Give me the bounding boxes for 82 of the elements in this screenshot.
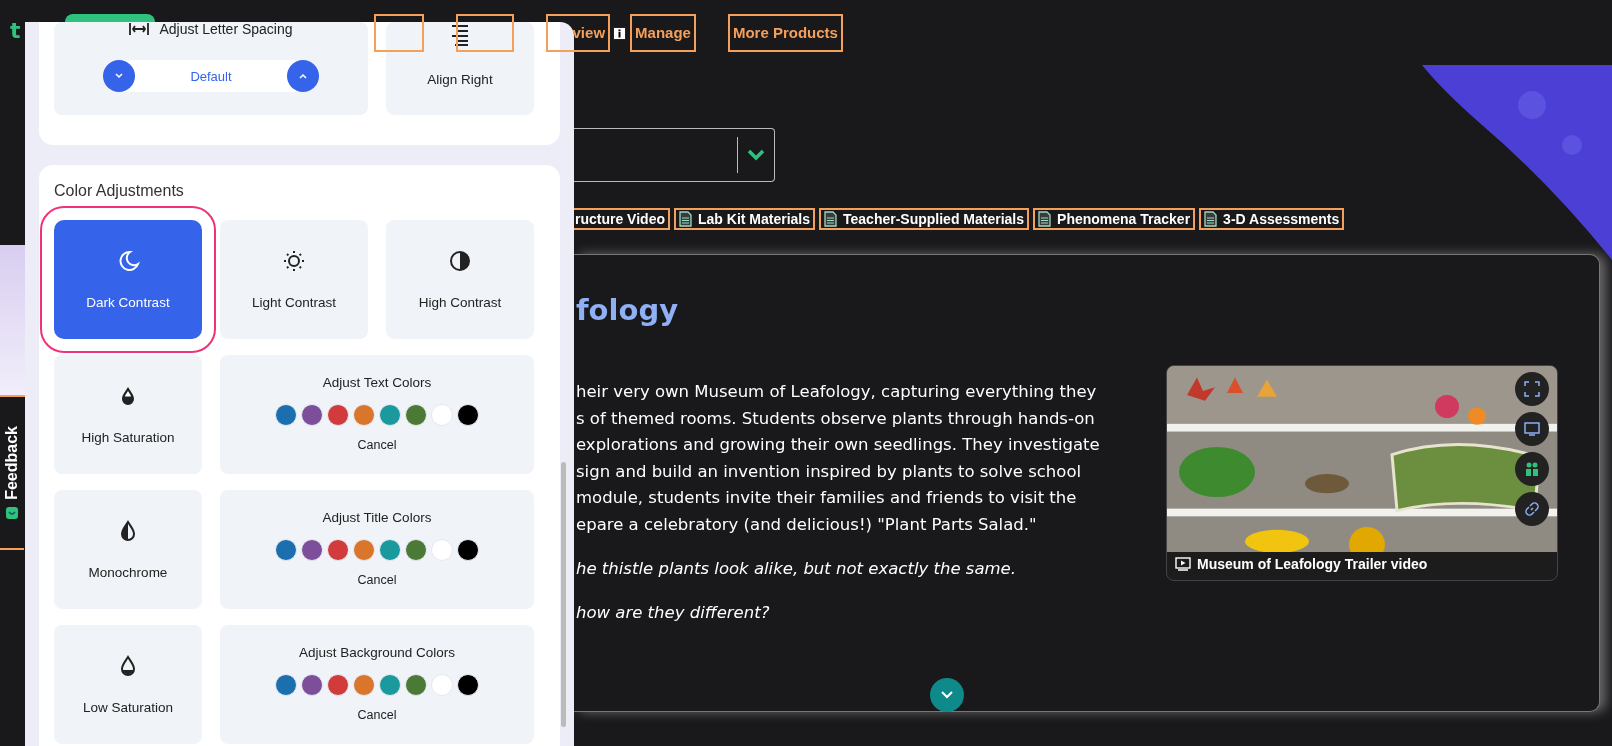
align-right-icon	[450, 24, 470, 46]
lesson-title: fology	[576, 293, 680, 327]
color-mode-button[interactable]: High Contrast	[386, 220, 534, 339]
color-swatch[interactable]	[457, 539, 479, 561]
color-swatch[interactable]	[353, 539, 375, 561]
cancel-button[interactable]: Cancel	[353, 571, 401, 589]
cancel-button[interactable]: Cancel	[353, 706, 401, 724]
info-icon[interactable]	[613, 26, 627, 40]
resource-link[interactable]: Teacher-Supplied Materials	[819, 208, 1030, 230]
color-swatch[interactable]	[431, 539, 453, 561]
color-swatch[interactable]	[457, 674, 479, 696]
color-swatch[interactable]	[301, 404, 323, 426]
sun-icon	[282, 249, 306, 273]
description-line: sign and build an invention inspired by plants to solve school	[576, 460, 1083, 483]
align-right-button[interactable]: Align Right	[386, 22, 534, 115]
color-swatch[interactable]	[301, 539, 323, 561]
chevron-down-icon	[114, 72, 124, 80]
tile-label: Adjust Text Colors	[322, 375, 432, 390]
smiley-icon	[5, 505, 19, 520]
color-mode-button[interactable]: Dark Contrast	[54, 220, 202, 339]
scroll-down-button[interactable]	[930, 678, 964, 712]
color-mode-button[interactable]: Light Contrast	[220, 220, 368, 339]
nav-button[interactable]	[455, 14, 514, 52]
decrease-button[interactable]	[103, 60, 135, 92]
fullscreen-icon	[1524, 381, 1540, 397]
question-text: how are they different?	[576, 602, 771, 624]
scrollbar[interactable]	[561, 462, 566, 727]
nav-link[interactable]: More Products	[727, 14, 843, 52]
color-swatch[interactable]	[405, 674, 427, 696]
color-swatch[interactable]	[431, 404, 453, 426]
contrast-icon	[448, 249, 472, 273]
letter-spacing-icon	[129, 23, 150, 35]
resource-link[interactable]: Lab Kit Materials	[674, 208, 816, 230]
spacing-value: Default	[189, 68, 233, 84]
video-icon	[1175, 557, 1191, 571]
color-swatch[interactable]	[379, 404, 401, 426]
color-mode-button[interactable]: Low Saturation	[54, 625, 202, 744]
tile-label: Adjust Background Colors	[298, 645, 456, 660]
description-line: s of themed rooms. Students observe plants through hands-on	[576, 407, 1096, 430]
chevron-up-icon	[298, 72, 308, 80]
increase-button[interactable]	[287, 60, 319, 92]
resource-link[interactable]: 3-D Assessments	[1199, 208, 1345, 230]
color-swatch[interactable]	[379, 539, 401, 561]
logo[interactable]: t	[10, 18, 21, 44]
color-swatch[interactable]	[405, 404, 427, 426]
color-swatch[interactable]	[353, 674, 375, 696]
chevron-down-icon	[939, 690, 955, 700]
color-swatch[interactable]	[431, 674, 453, 696]
color-swatch[interactable]	[353, 404, 375, 426]
color-swatch[interactable]	[405, 539, 427, 561]
color-swatch[interactable]	[275, 404, 297, 426]
resource-link[interactable]: Phenomena Tracker	[1033, 208, 1196, 230]
course-dropdown[interactable]	[574, 128, 775, 182]
color-swatch[interactable]	[275, 539, 297, 561]
nav-pill[interactable]	[64, 14, 155, 22]
nav-link[interactable]: view	[545, 14, 611, 52]
color-swatch[interactable]	[379, 674, 401, 696]
color-swatch[interactable]	[301, 674, 323, 696]
description-line: module, students invite their families and friends to visit the	[576, 487, 1078, 509]
color-swatch[interactable]	[457, 404, 479, 426]
description-line: heir very own Museum of Leafology, capturing everything they	[576, 381, 1098, 403]
description-line: epare a celebratory (and delicious!) "Plant Parts Salad."	[576, 513, 1038, 536]
color-swatch[interactable]	[275, 674, 297, 696]
cancel-button[interactable]: Cancel	[353, 436, 401, 454]
people-icon	[1524, 461, 1540, 477]
color-mode-button[interactable]: Monochrome	[54, 490, 202, 609]
color-swatch[interactable]	[327, 674, 349, 696]
tile-label: Adjust Letter Spacing	[159, 22, 293, 37]
color-mode-button[interactable]: High Saturation	[54, 355, 202, 474]
section-title: Color Adjustments	[54, 182, 185, 200]
color-swatch[interactable]	[327, 539, 349, 561]
video-card[interactable]: Museum of Leafology Trailer video	[1166, 365, 1558, 581]
description-line: explorations and growing their own seedlings. They investigate	[576, 434, 1101, 456]
tile-label: Adjust Title Colors	[322, 510, 432, 525]
question-text: he thistle plants look alike, but not exactly the same.	[576, 558, 1017, 580]
chevron-down-icon	[746, 148, 766, 162]
link-icon	[1524, 501, 1540, 517]
nav-button[interactable]	[373, 14, 424, 52]
monitor-icon	[1524, 422, 1540, 436]
color-swatch[interactable]	[327, 404, 349, 426]
nav-link[interactable]: Manage	[630, 14, 696, 52]
video-caption: Museum of Leafology Trailer video	[1197, 556, 1428, 572]
